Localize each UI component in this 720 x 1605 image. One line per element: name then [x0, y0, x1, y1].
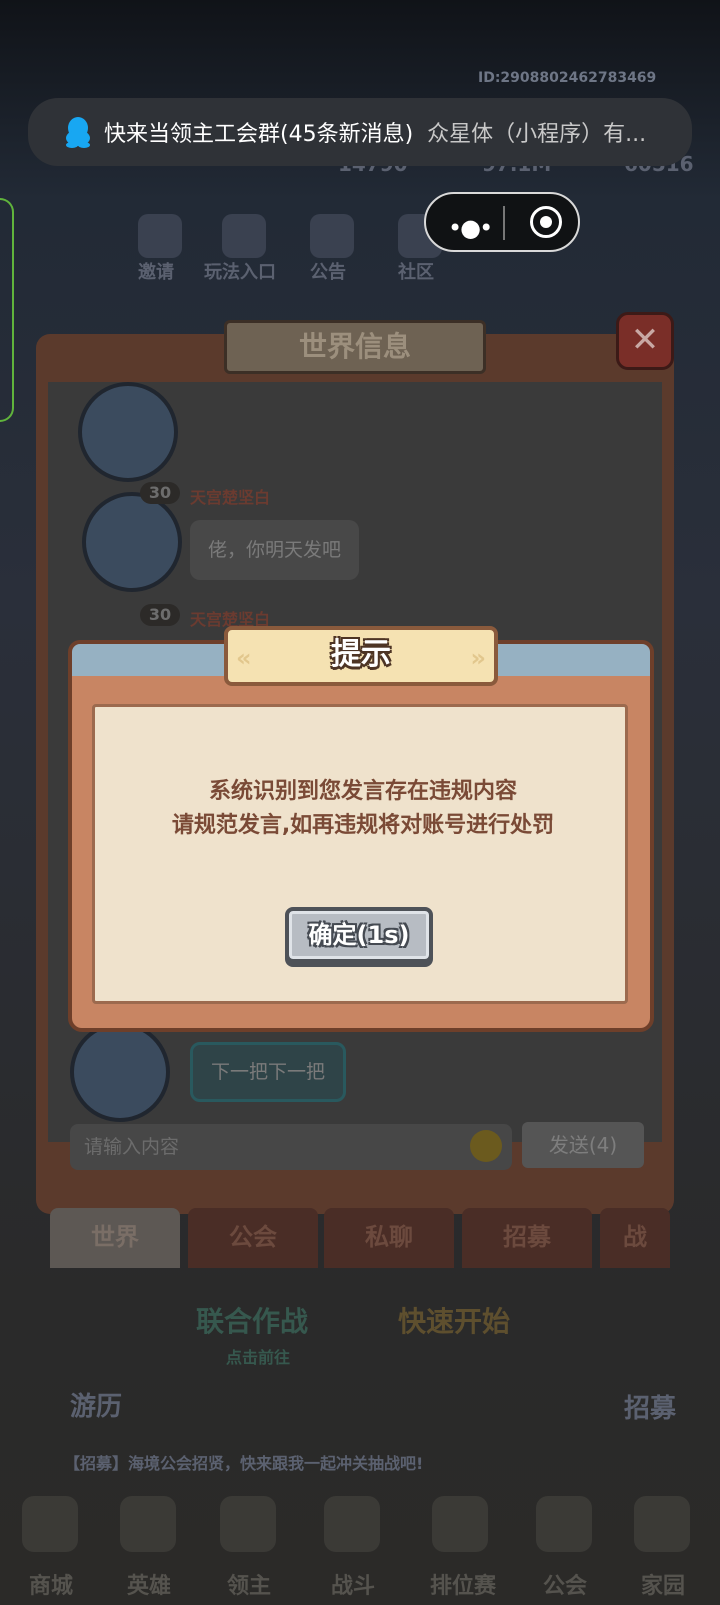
tab-battle[interactable]: 战: [600, 1208, 670, 1268]
broadcast-text: 【招募】海境公会招贤，快来跟我一起冲关抽战吧!: [64, 1454, 424, 1473]
send-button[interactable]: 发送(4): [522, 1122, 644, 1168]
confirm-label: 确定(1s): [308, 921, 410, 949]
recruit-label[interactable]: 招募: [624, 1388, 676, 1425]
nav-battle[interactable]: 战斗: [308, 1568, 398, 1600]
level-badge: 30: [140, 604, 180, 626]
dialog-message-line1: 系统识别到您发言存在违规内容: [208, 779, 517, 804]
world-chat-title-ribbon: 世界信息: [224, 320, 486, 374]
invite-label: 邀请: [138, 262, 174, 283]
nav-ranked[interactable]: 排位赛: [418, 1568, 508, 1600]
player-id: ID:2908802462783469: [478, 70, 657, 86]
dialog-title: 提示: [331, 637, 391, 672]
tab-private[interactable]: 私聊: [324, 1208, 454, 1268]
guild-icon[interactable]: [536, 1496, 592, 1552]
gameplay-icon[interactable]: [222, 214, 266, 258]
avatar[interactable]: [78, 382, 178, 482]
avatar[interactable]: [82, 492, 182, 592]
ribbon-chevron-left-icon: «: [236, 644, 252, 672]
dialog-top-bar-right: [494, 640, 654, 676]
chat-bubble: 佬，你明天发吧: [190, 520, 360, 580]
ranked-icon[interactable]: [432, 1496, 488, 1552]
nav-shop[interactable]: 商城: [6, 1568, 96, 1600]
dialog-top-bar-left: [68, 640, 228, 676]
more-icon[interactable]: •●•: [448, 214, 493, 242]
notification-main: 快来当领主工会群(45条新消息): [104, 122, 414, 147]
avatar[interactable]: [70, 1022, 170, 1122]
world-chat-close-button[interactable]: ✕: [616, 312, 674, 370]
travel-label[interactable]: 游历: [70, 1386, 122, 1423]
qq-notification[interactable]: 快来当领主工会群(45条新消息) 众星体（小程序）有...: [28, 98, 692, 166]
nav-guild[interactable]: 公会: [520, 1568, 610, 1600]
battle-icon[interactable]: [324, 1496, 380, 1552]
tab-recruit[interactable]: 招募: [462, 1208, 592, 1268]
quick-start-button[interactable]: 快速开始: [398, 1300, 510, 1340]
announcement-label: 公告: [310, 262, 346, 283]
notification-secondary: 众星体（小程序）有...: [427, 122, 647, 147]
joint-battle-sub: 点击前往: [226, 1348, 291, 1367]
home-icon[interactable]: [634, 1496, 690, 1552]
confirm-button[interactable]: 确定(1s): [285, 907, 433, 963]
lord-icon[interactable]: [220, 1496, 276, 1552]
invite-icon[interactable]: [138, 214, 182, 258]
capsule-divider: [503, 206, 505, 240]
joint-battle-button[interactable]: 联合作战: [196, 1300, 308, 1340]
warning-dialog: 系统识别到您发言存在违规内容 请规范发言,如再违规将对账号进行处罚 确定(1s)…: [68, 626, 654, 1032]
level-badge: 30: [140, 482, 180, 504]
chat-bubble: 下一把下一把: [190, 1042, 347, 1102]
announcement-icon[interactable]: [310, 214, 354, 258]
world-chat-title: 世界信息: [298, 330, 411, 363]
sender-name[interactable]: 天宫楚坚白: [190, 484, 270, 508]
tab-world[interactable]: 世界: [50, 1208, 180, 1268]
chat-input[interactable]: 请输入内容: [70, 1124, 512, 1170]
nav-hero[interactable]: 英雄: [104, 1568, 194, 1600]
side-drawer-tab[interactable]: [0, 198, 14, 422]
community-label: 社区: [398, 262, 434, 283]
hero-icon[interactable]: [120, 1496, 176, 1552]
close-icon: ✕: [630, 320, 660, 360]
miniprogram-capsule: •●•: [424, 192, 580, 252]
close-miniprogram-icon[interactable]: [530, 206, 562, 238]
qq-penguin-icon: [66, 117, 90, 148]
gameplay-label: 玩法入口: [204, 262, 276, 283]
dialog-title-ribbon: « 提示 »: [224, 626, 498, 686]
dialog-message-line2: 请规范发言,如再违规将对账号进行处罚: [171, 813, 555, 838]
dialog-content: 系统识别到您发言存在违规内容 请规范发言,如再违规将对账号进行处罚 确定(1s): [92, 704, 628, 1004]
emoji-icon[interactable]: [470, 1130, 502, 1162]
tab-guild[interactable]: 公会: [188, 1208, 318, 1268]
nav-home[interactable]: 家园: [618, 1568, 708, 1600]
ribbon-chevron-right-icon: »: [470, 644, 486, 672]
nav-lord[interactable]: 领主: [204, 1568, 294, 1600]
shop-icon[interactable]: [22, 1496, 78, 1552]
